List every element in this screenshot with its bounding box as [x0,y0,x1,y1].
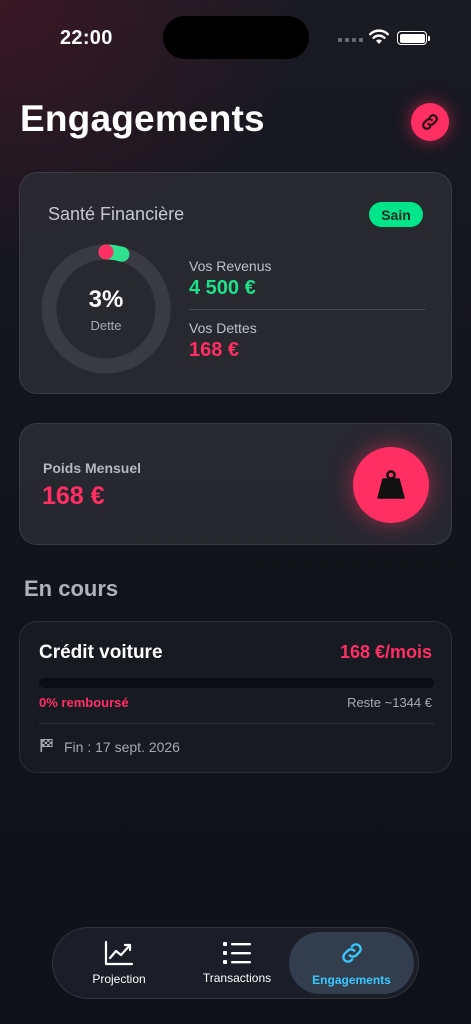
divider [189,309,425,310]
remaining-amount: Reste ~1344 € [347,695,432,710]
chart-line-icon [104,940,134,966]
repayment-progress-bar [39,678,434,688]
financial-health-card: Santé Financière Sain 3% Dette Vos Reven… [19,172,452,394]
divider [39,723,434,724]
tab-transactions[interactable]: Transactions [189,932,285,994]
income-label: Vos Revenus [189,258,272,274]
income-value: 4 500 € [189,277,256,299]
weight-icon [377,470,405,499]
tab-engagements[interactable]: Engagements [289,932,414,994]
end-date: Fin : 17 sept. 2026 [64,739,180,755]
wifi-icon [369,29,389,44]
link-icon [341,943,362,963]
tab-bar: Projection Transactions Engagements [52,927,419,999]
battery-icon [397,31,430,45]
monthly-weight-value: 168 € [42,482,105,510]
cellular-signal-icon [338,38,363,42]
checkered-flag-icon [40,739,53,752]
debt-percent: 3% [88,286,124,313]
status-badge: Sain [369,202,423,227]
tab-projection-label: Projection [92,972,146,986]
status-time: 22:00 [60,27,113,49]
debts-value: 168 € [189,339,240,361]
monthly-weight-label: Poids Mensuel [43,460,142,476]
weight-button[interactable] [353,447,429,523]
section-title-in-progress: En cours [24,576,119,601]
monthly-weight-card: Poids Mensuel 168 € [19,423,452,545]
dynamic-island [163,16,309,59]
commitment-name: Crédit voiture [39,642,163,663]
debt-ring-label: Dette [90,318,122,333]
debts-label: Vos Dettes [189,320,257,336]
link-button[interactable] [411,103,449,141]
repaid-percent: 0% remboursé [39,695,129,710]
list-icon [223,942,251,964]
tab-projection[interactable]: Projection [71,932,167,994]
commitment-card[interactable]: Crédit voiture 168 €/mois 0% remboursé R… [19,621,452,773]
debt-ratio-start-dot [98,244,114,260]
page-title: Engagements [20,98,265,139]
tab-transactions-label: Transactions [202,971,272,985]
financial-health-title: Santé Financière [48,204,185,224]
tab-engagements-label: Engagements [312,973,391,987]
status-bar: 22:00 [0,0,471,60]
link-icon [422,114,438,130]
commitment-monthly-amount: 168 €/mois [339,642,432,662]
